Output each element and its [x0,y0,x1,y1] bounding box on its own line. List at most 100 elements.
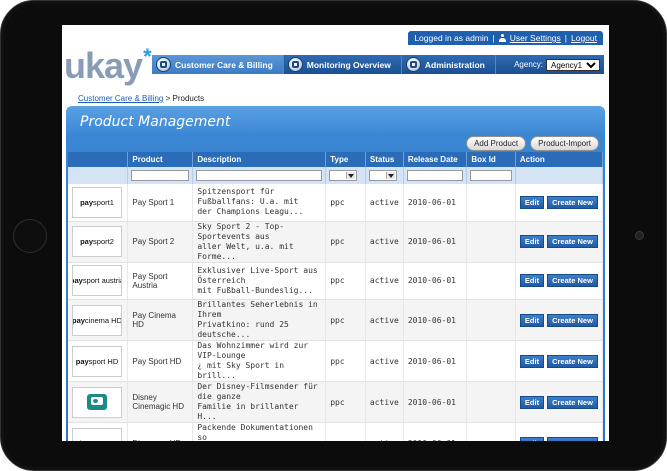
description-cell: Sky Sport 2 - Top-Sportevents aus aller W… [192,221,327,263]
description-cell: Spitzensport für Fußballfans: U.a. mit de… [192,184,327,222]
product-import-button[interactable]: Product-Import [530,136,599,151]
col-release-date[interactable]: Release Date [403,152,468,167]
status-cell: active [365,422,404,441]
type-cell: ppc [325,299,366,342]
create-new-button[interactable]: Create New [547,274,598,288]
panel-actions: Add Product Product-Import [466,136,599,151]
box-id-cell [466,221,516,263]
product-filter-input[interactable] [131,170,190,181]
table-row[interactable]: paysport austria Pay Sport Austria Exklu… [68,262,603,301]
col-product[interactable]: Product [127,152,194,167]
release-date-cell: 2010-06-01 [403,340,468,383]
product-cell: Pay Sport 1 [127,184,194,222]
status-cell: active [365,262,404,301]
release-date-filter-input[interactable] [406,170,464,181]
logo-cell: paysport austria [68,262,129,301]
customer-care-icon [156,57,171,72]
status-filter-select[interactable] [368,170,397,181]
release-date-cell: 2010-06-01 [403,262,468,301]
edit-button[interactable]: Edit [519,195,545,209]
edit-button[interactable]: Edit [519,436,545,441]
product-management-panel: Product Management Add Product Product-I… [66,106,605,441]
tablet-frame: Logged in as admin | User Settings | Log… [0,0,667,471]
product-cell: Pay Sport 2 [127,221,194,263]
table-row[interactable]: pay cinema HD Pay Cinema HD Brillantes Se… [68,299,603,342]
channel-logo [72,386,122,418]
breadcrumb-current: Products [172,94,205,103]
agency-select[interactable]: Agency1 [546,58,600,71]
table-row[interactable]: Disney Cinemagic HD Der Disney-Filmsende… [68,381,603,424]
logo-cell: pay sport HD [68,340,129,383]
status-cell: active [365,221,404,263]
description-cell: Das Wohnzimmer wird zur VIP-Lounge ¿ mit … [192,340,327,383]
status-cell: active [365,299,404,342]
create-new-button[interactable]: Create New [547,354,598,368]
tab-administration[interactable]: Administration [402,55,496,74]
type-filter-select[interactable] [329,170,358,181]
release-date-cell: 2010-06-01 [403,299,468,342]
breadcrumb: Customer Care & Billing > Products [78,94,204,103]
user-settings-link[interactable]: User Settings [510,33,561,43]
create-new-button[interactable]: Create New [547,436,598,441]
edit-button[interactable]: Edit [519,235,545,249]
table-row[interactable]: Discovery HD Discovery HD Packende Dokum… [68,422,603,441]
description-cell: Der Disney-Filmsender für die ganze Famil… [192,381,327,424]
agency-selector: Agency: Agency1 [514,58,604,71]
col-box-id[interactable]: Box Id [466,152,516,167]
action-cell: EditCreate New [515,184,603,222]
status-cell: active [365,184,404,222]
edit-button[interactable]: Edit [519,395,545,409]
channel-logo: pay sport HD [72,345,122,377]
edit-button[interactable]: Edit [519,274,545,288]
col-description[interactable]: Description [192,152,327,167]
create-new-button[interactable]: Create New [547,313,598,327]
channel-logo: pay sport2 [72,226,122,258]
product-cell: Pay Sport Austria [127,262,194,301]
add-product-button[interactable]: Add Product [466,136,527,151]
box-id-filter-input[interactable] [470,170,512,181]
status-cell: active [365,340,404,383]
logo-cell: pay cinema HD [68,299,129,342]
home-button[interactable] [13,219,47,253]
release-date-cell: 2010-06-01 [403,221,468,263]
tab-label: Customer Care & Billing [175,59,273,70]
table-row[interactable]: pay sport1 Pay Sport 1 Spitzensport für F… [68,184,603,222]
logo-star: * [143,44,152,69]
create-new-button[interactable]: Create New [547,395,598,409]
release-date-cell: 2010-06-01 [403,184,468,222]
logged-in-text: Logged in as admin [414,33,489,43]
box-id-cell [466,340,516,383]
channel-logo: pay sport1 [72,186,122,218]
tab-customer-care-billing[interactable]: Customer Care & Billing [152,55,284,74]
col-type[interactable]: Type [325,152,366,167]
administration-icon [405,57,421,72]
table-row[interactable]: pay sport HD Pay Sport HD Das Wohnzimmer … [68,340,603,383]
breadcrumb-link[interactable]: Customer Care & Billing [78,94,163,103]
description-filter-input[interactable] [196,170,323,181]
chevron-down-icon [348,174,355,178]
logo-text: ukay [64,45,143,86]
release-date-cell: 2010-06-01 [403,381,468,424]
channel-logo: Discovery HD [72,427,122,441]
app-logo[interactable]: ukay* [64,44,152,87]
edit-button[interactable]: Edit [519,313,545,327]
logout-link[interactable]: Logout [571,33,597,43]
monitoring-icon [287,57,303,72]
col-status[interactable]: Status [365,152,404,167]
create-new-button[interactable]: Create New [547,195,598,209]
disney-logo-icon [87,394,107,411]
status-cell: active [365,381,404,424]
action-cell: EditCreate New [515,299,603,342]
table-row[interactable]: pay sport2 Pay Sport 2 Sky Sport 2 - Top-… [68,221,603,263]
edit-button[interactable]: Edit [519,354,545,368]
product-table-container: Product Description Type Status Release … [68,152,603,441]
tab-label: Monitoring Overview [306,59,391,70]
create-new-button[interactable]: Create New [547,235,598,249]
box-id-cell [466,381,516,424]
table-header: Product Description Type Status Release … [68,152,603,167]
separator: | [564,33,567,43]
box-id-cell [466,262,516,301]
tab-monitoring-overview[interactable]: Monitoring Overview [284,55,402,74]
type-cell: ppc [325,221,366,263]
action-cell: EditCreate New [515,262,603,301]
